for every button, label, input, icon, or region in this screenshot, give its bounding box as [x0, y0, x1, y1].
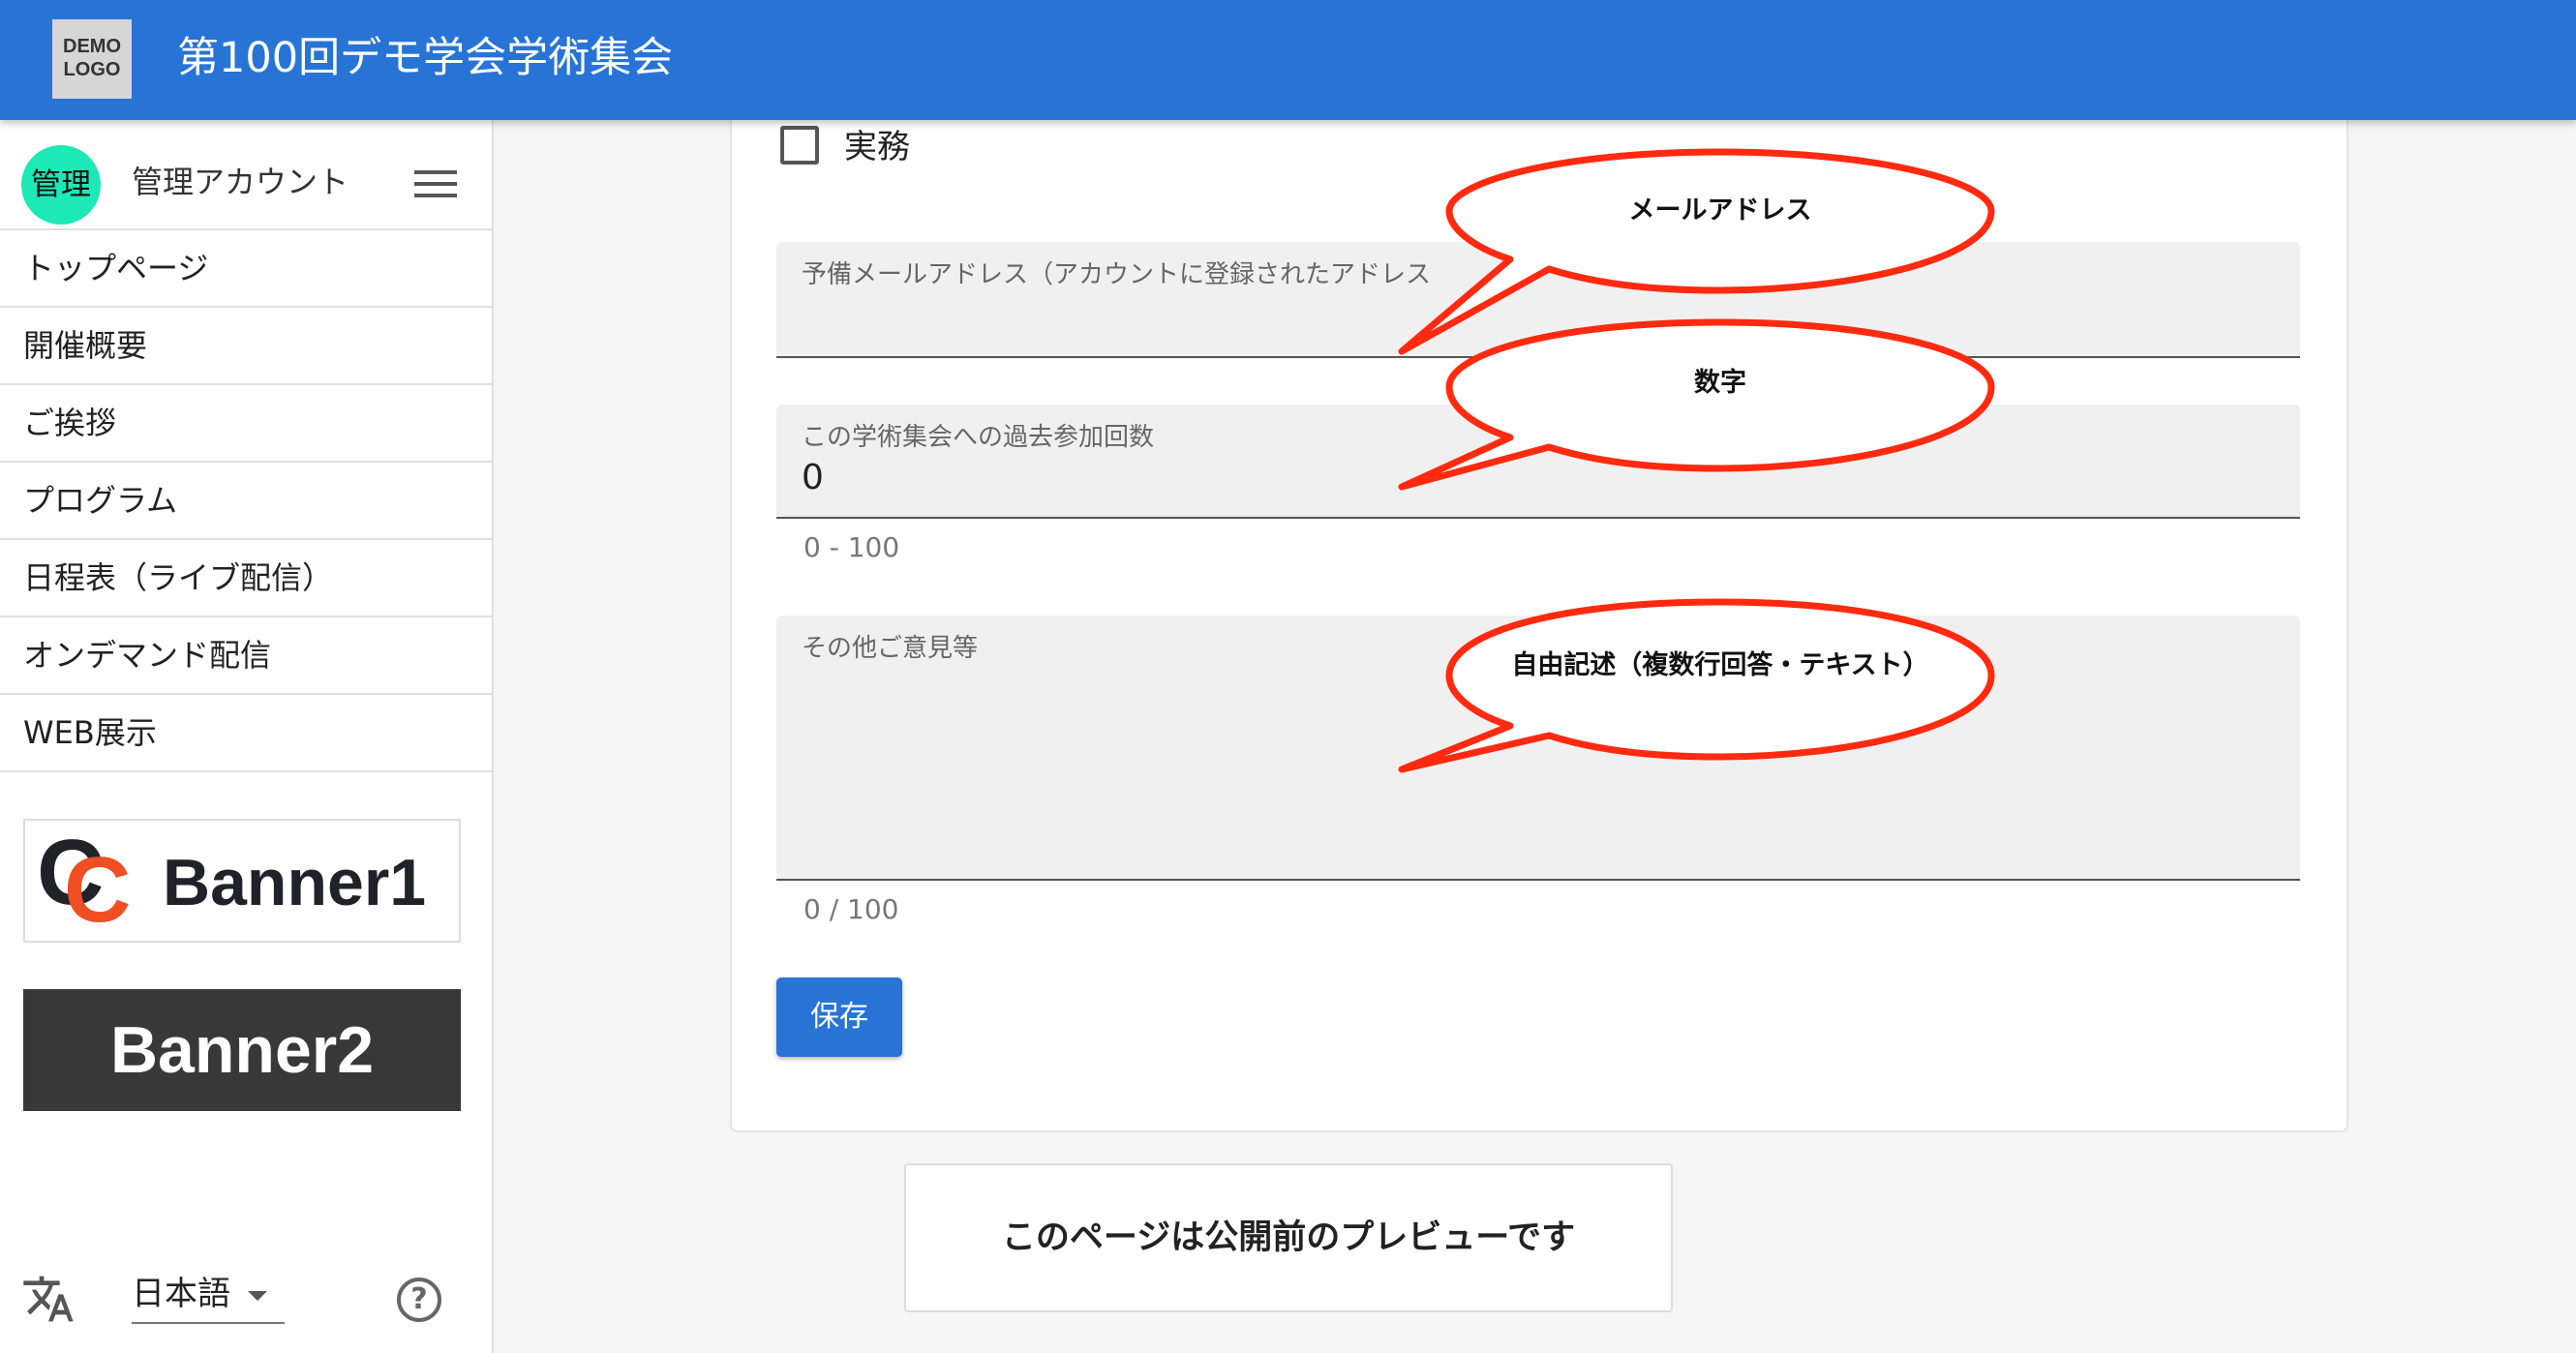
participation-count-value[interactable]: 0	[802, 457, 824, 499]
language-select[interactable]: 日本語	[132, 1270, 285, 1324]
comments-counter: 0 / 100	[803, 893, 899, 925]
sidebar-item-overview[interactable]: 開催概要	[0, 308, 492, 385]
banner-1-logo-accent: C	[64, 838, 132, 942]
account-name: 管理アカウント	[132, 164, 349, 200]
checkbox-box[interactable]	[780, 126, 819, 165]
site-logo[interactable]: DEMO LOGO	[52, 19, 132, 99]
checkbox-label: 実務	[844, 128, 910, 166]
participation-count-hint: 0 - 100	[803, 531, 900, 563]
app-header: DEMO LOGO 第100回デモ学会学術集会	[0, 0, 2576, 120]
backup-email-field[interactable]: 予備メールアドレス（アカウントに登録されたアドレス	[776, 242, 2300, 358]
account-panel: 管理 管理アカウント	[0, 120, 492, 230]
banner-2[interactable]: Banner2	[23, 989, 461, 1111]
site-title[interactable]: 第100回デモ学会学術集会	[177, 27, 673, 89]
sidebar-item-top[interactable]: トップページ	[0, 230, 492, 308]
sidebar-nav: トップページ 開催概要 ご挨拶 プログラム 日程表（ライブ配信） オンデマンド配…	[0, 230, 492, 772]
sidebar-item-greeting[interactable]: ご挨拶	[0, 385, 492, 463]
backup-email-label: 予備メールアドレス（アカウントに登録されたアドレス	[802, 260, 1432, 289]
participation-count-label: この学術集会への過去参加回数	[802, 423, 1155, 452]
callout-email-text: メールアドレス	[1628, 195, 1812, 226]
sidebar-item-on-demand[interactable]: オンデマンド配信	[0, 617, 492, 695]
banner-1-label: Banner1	[163, 846, 427, 919]
comments-label: その他ご意見等	[802, 634, 979, 663]
banner-1[interactable]: C C Banner1	[23, 819, 461, 943]
translate-icon[interactable]	[21, 1272, 76, 1326]
participation-count-field[interactable]: この学術集会への過去参加回数 0	[776, 405, 2300, 519]
callout-freetext-text: 自由記述（複数行回答・テキスト）	[1511, 650, 1929, 680]
chevron-down-icon	[248, 1291, 267, 1301]
sidebar: 管理 管理アカウント トップページ 開催概要 ご挨拶 プログラム 日程表（ライブ…	[0, 120, 494, 1353]
language-select-value: 日本語	[132, 1275, 230, 1313]
hamburger-icon[interactable]	[414, 166, 457, 201]
avatar[interactable]: 管理	[21, 145, 101, 225]
sidebar-item-schedule[interactable]: 日程表（ライブ配信）	[0, 540, 492, 617]
callout-number-text: 数字	[1694, 368, 1746, 398]
preview-notice: このページは公開前のプレビューです	[904, 1163, 1673, 1312]
help-circle-icon[interactable]: ?	[397, 1278, 441, 1322]
sidebar-item-program[interactable]: プログラム	[0, 463, 492, 540]
save-button[interactable]: 保存	[776, 977, 902, 1057]
sidebar-item-web-exhibit[interactable]: WEB展示	[0, 695, 492, 772]
